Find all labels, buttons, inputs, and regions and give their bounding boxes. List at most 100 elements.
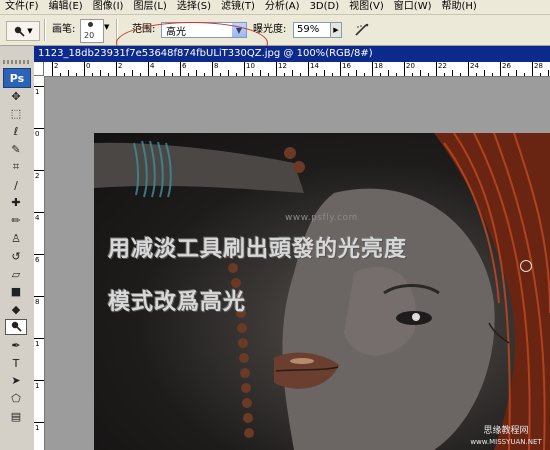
ruler-label: 6 <box>35 256 40 264</box>
type-icon: T <box>12 356 20 370</box>
move-icon: ✥ <box>11 89 21 103</box>
brush-icon: ✏ <box>11 214 21 228</box>
ruler-tick <box>92 73 93 76</box>
airbrush-button[interactable] <box>353 22 371 38</box>
ruler-tick <box>76 73 77 76</box>
ruler-tick <box>500 62 501 76</box>
menu-item[interactable]: 3D(D) <box>305 0 345 14</box>
ruler-label: 20 <box>406 62 415 70</box>
ruler-tick <box>34 338 44 339</box>
ruler-tick <box>332 73 333 76</box>
menu-item[interactable]: 编辑(E) <box>44 0 88 14</box>
ruler-origin[interactable] <box>34 62 44 76</box>
clone-stamp-icon: ♙ <box>11 231 21 245</box>
ruler-tick <box>244 62 245 76</box>
ruler-tick <box>34 422 44 423</box>
ruler-tick <box>524 73 525 76</box>
ruler-label: 8 <box>35 298 40 306</box>
ruler-label: 28 <box>534 62 543 70</box>
crop-tool[interactable]: ⌗ <box>5 159 27 175</box>
ruler-tick <box>164 70 165 76</box>
menu-item[interactable]: 视图(V) <box>344 0 389 14</box>
options-bar: ▼ 画笔: 20 ▼ 范围: 高光 ▼ 曝光度: 59% ▶ <box>0 15 550 64</box>
ruler-tick <box>548 70 549 76</box>
ruler-tick <box>348 73 349 76</box>
document-title-bar[interactable]: 1123_18db23931f7e53648f874fbULiT330QZ.jp… <box>34 46 550 62</box>
brush-cursor <box>520 260 532 272</box>
brush-size: 20 <box>84 31 95 40</box>
ruler-label: 18 <box>374 62 383 70</box>
brush-tool[interactable]: ✏ <box>5 213 27 229</box>
lasso-icon: ℓ <box>13 125 19 139</box>
dodge-icon <box>15 26 25 37</box>
ruler-tick <box>34 86 44 87</box>
ruler-tick <box>516 70 517 76</box>
menu-item[interactable]: 分析(A) <box>260 0 305 14</box>
menu-item[interactable]: 窗口(W) <box>389 0 437 14</box>
ruler-tick <box>468 62 469 76</box>
ruler-tick <box>316 73 317 76</box>
ruler-tick <box>492 73 493 76</box>
ruler-label: 10 <box>246 62 255 70</box>
ruler-tick <box>34 212 44 213</box>
chevron-down-icon[interactable]: ▼ <box>232 23 246 37</box>
ruler-tick <box>476 73 477 76</box>
menu-item[interactable]: 帮助(H) <box>437 0 482 14</box>
menu-item[interactable]: 图像(I) <box>88 0 129 14</box>
type-tool[interactable]: T <box>5 355 27 371</box>
clone-stamp-tool[interactable]: ♙ <box>5 230 27 246</box>
site-logo: 思缘教程网 www.MISSYUAN.NET <box>466 426 546 448</box>
path-selection-tool[interactable]: ➤ <box>5 373 27 389</box>
ruler-tick <box>100 70 101 76</box>
ruler-tick <box>108 73 109 76</box>
menu-item[interactable]: 滤镜(T) <box>216 0 260 14</box>
photoshop-logo[interactable]: Ps <box>3 68 31 88</box>
ruler-label: 16 <box>342 62 351 70</box>
separator <box>44 19 46 41</box>
history-brush-tool[interactable]: ↺ <box>5 248 27 264</box>
pen-tool[interactable]: ✒ <box>5 337 27 353</box>
ruler-tick <box>260 70 261 76</box>
dodge-tool[interactable] <box>5 319 27 336</box>
ruler-tick <box>68 70 69 76</box>
lasso-tool[interactable]: ℓ <box>5 124 27 140</box>
range-select[interactable]: 高光 ▼ <box>161 22 247 38</box>
chevron-right-icon[interactable]: ▶ <box>330 22 342 38</box>
quick-selection-tool[interactable]: ✎ <box>5 141 27 157</box>
shape-tool[interactable]: ⬠ <box>5 391 27 407</box>
notes-tool[interactable]: ▤ <box>5 408 27 424</box>
ruler-tick <box>188 73 189 76</box>
ruler-label: 8 <box>214 62 219 70</box>
eyedropper-tool[interactable]: ∕ <box>5 177 27 193</box>
site-logo-url: www.MISSYUAN.NET <box>470 438 542 446</box>
site-logo-title: 思缘教程网 <box>483 426 529 436</box>
ruler-tick <box>220 73 221 76</box>
ruler-tick <box>420 70 421 76</box>
marquee-tool[interactable]: ⬚ <box>5 106 27 122</box>
toolbox-grip[interactable] <box>3 60 29 64</box>
menu-item[interactable]: 图层(L) <box>128 0 171 14</box>
spot-healing-icon: ✚ <box>11 196 21 210</box>
tool-preset-picker[interactable]: ▼ <box>6 21 40 41</box>
ruler-tick <box>132 70 133 76</box>
chevron-down-icon: ▼ <box>27 27 33 35</box>
ruler-tick <box>268 73 269 76</box>
exposure-label: 曝光度: <box>253 24 287 35</box>
horizontal-ruler[interactable]: 2 0 2 4 6 8 10 12 14 16 18 20 22 24 26 28 <box>44 62 550 77</box>
menu-item[interactable]: 选择(S) <box>172 0 216 14</box>
gradient-tool[interactable]: ■ <box>5 284 27 300</box>
ruler-tick <box>34 254 44 255</box>
menu-item[interactable]: 文件(F) <box>0 0 44 14</box>
vertical-ruler[interactable]: 1 0 2 4 6 8 1 1 1 <box>34 76 45 450</box>
ruler-tick <box>204 73 205 76</box>
spot-healing-tool[interactable]: ✚ <box>5 195 27 211</box>
blur-tool[interactable]: ◆ <box>5 302 27 318</box>
chevron-down-icon[interactable]: ▼ <box>104 23 109 31</box>
eyedropper-icon: ∕ <box>14 178 18 192</box>
ruler-tick <box>148 62 149 76</box>
exposure-input[interactable]: 59% <box>293 22 331 38</box>
move-tool[interactable]: ✥ <box>5 88 27 104</box>
ruler-label: 14 <box>310 62 319 70</box>
ruler-label: 4 <box>35 214 40 222</box>
eraser-tool[interactable]: ▱ <box>5 266 27 282</box>
